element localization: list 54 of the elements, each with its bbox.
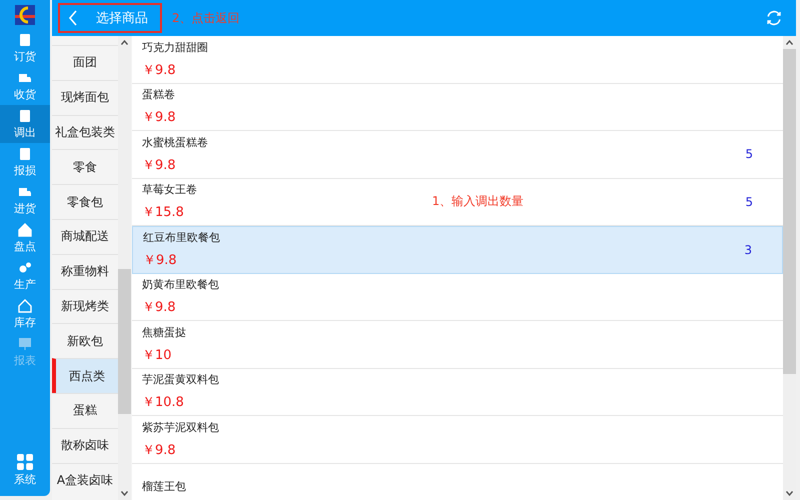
product-row[interactable]: 水蜜桃蛋糕卷 ￥9.8 5 [132, 131, 783, 178]
annotation-text: 1、输入调出数量 [432, 193, 524, 210]
truck-icon [18, 185, 32, 199]
house-icon [18, 223, 32, 237]
nav-item[interactable]: 调出 [0, 105, 50, 143]
chart-icon [18, 337, 32, 351]
product-name: 水蜜桃蛋糕卷 [142, 134, 209, 150]
document-icon [18, 147, 32, 161]
product-price: ￥9.8 [142, 62, 177, 79]
product-price: ￥10.8 [142, 394, 185, 412]
house-icon [18, 299, 32, 313]
quantity-value: 3 [744, 242, 752, 257]
scrollbar[interactable] [118, 36, 131, 500]
refresh-icon [766, 10, 782, 26]
scroll-up-icon[interactable] [786, 40, 793, 45]
product-row[interactable]: 蛋糕卷 ￥9.8 [132, 84, 783, 131]
document-icon [18, 33, 32, 47]
grid-icon [17, 454, 33, 470]
scroll-down-icon[interactable] [786, 491, 793, 496]
product-name: 红豆布里欧餐包 [143, 230, 221, 246]
back-icon [68, 10, 78, 26]
refresh-button[interactable] [766, 10, 782, 26]
product-row[interactable]: 紫苏芋泥双料包 ￥9.8 [132, 416, 783, 464]
scroll-up-icon[interactable] [121, 40, 128, 45]
quantity-value: 5 [745, 147, 753, 162]
quantity-value: 5 [745, 194, 753, 209]
truck-icon [18, 71, 32, 85]
product-name: 草莓女王卷 [142, 182, 198, 198]
product-name: 巧克力甜甜圈 [142, 40, 209, 55]
product-row[interactable]: 奶黄布里欧餐包 ￥9.8 [132, 274, 783, 321]
product-price: ￥9.8 [142, 156, 177, 174]
product-name: 榴莲王包 [142, 479, 187, 494]
product-name: 蛋糕卷 [142, 87, 176, 102]
document-icon [18, 109, 32, 123]
page-title: 选择商品 [96, 10, 148, 27]
annotation-text: 2、点击返回 [172, 10, 240, 26]
scroll-down-icon[interactable] [121, 491, 128, 496]
product-name: 芋泥蛋黄双料包 [142, 372, 220, 388]
product-price: ￥9.8 [142, 299, 177, 316]
product-price: ￥10 [142, 346, 173, 364]
product-price: ￥9.8 [143, 252, 178, 270]
scrollbar[interactable] [783, 36, 796, 500]
product-name: 紫苏芋泥双料包 [142, 420, 220, 435]
product-name: 奶黄布里欧餐包 [142, 277, 220, 292]
logo-icon [15, 5, 35, 25]
product-row[interactable]: 芋泥蛋黄双料包 ￥10.8 [132, 368, 783, 416]
product-price: ￥9.8 [142, 109, 177, 126]
product-price: ￥9.8 [142, 442, 177, 459]
product-row[interactable]: 焦糖蛋挞 ￥10 [132, 321, 783, 368]
product-name: 焦糖蛋挞 [142, 324, 187, 340]
product-price: ￥15.8 [142, 204, 185, 222]
category-item[interactable]: 西点类 [52, 358, 118, 393]
product-row[interactable]: 巧克力甜甜圈 ￥9.8 [132, 36, 783, 84]
product-row[interactable]: 红豆布里欧餐包 ￥9.8 3 [132, 226, 783, 274]
